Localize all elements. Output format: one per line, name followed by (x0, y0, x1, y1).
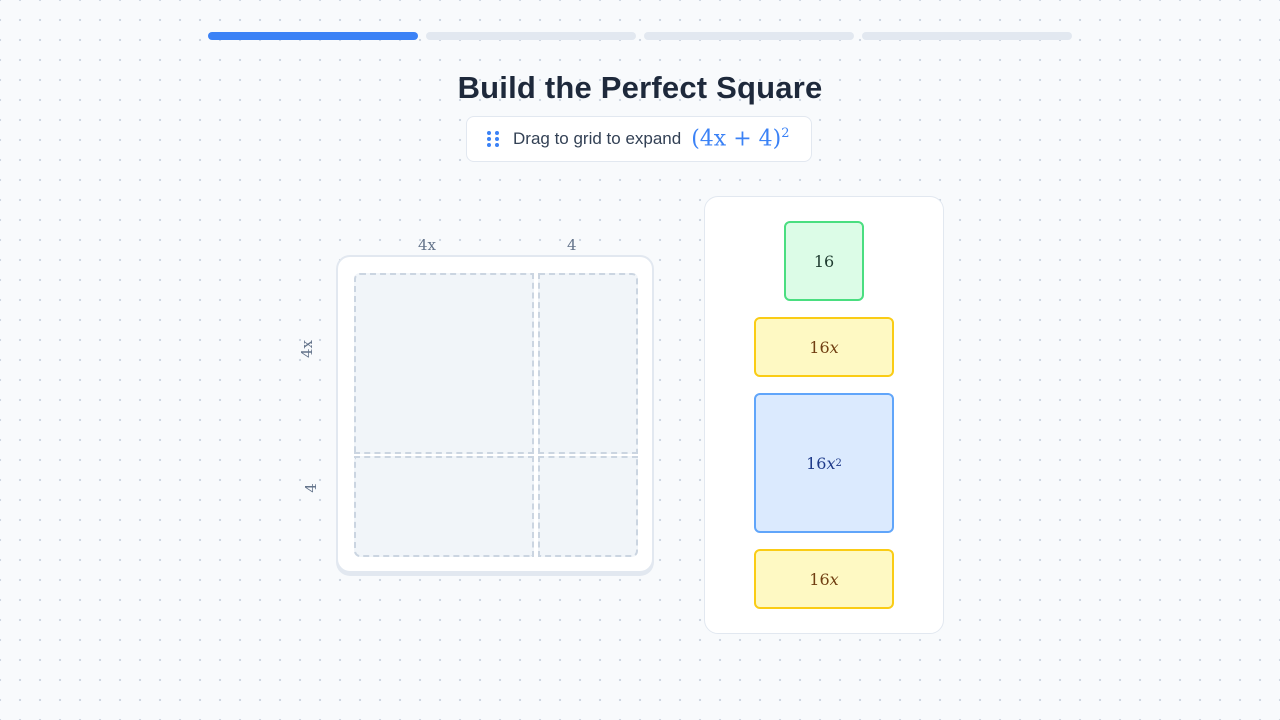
drop-zone-4x-by-4-top[interactable] (538, 273, 638, 454)
tile-variable: x (829, 337, 839, 357)
progress-step-3 (644, 32, 854, 40)
side-label-4x: 4x (298, 339, 317, 359)
instruction-banner: Drag to grid to expand (4x + 4)2 (466, 116, 812, 162)
tile-square-16x2[interactable]: 16 x 2 (754, 393, 894, 533)
tile-exponent: 2 (835, 457, 842, 469)
drop-zone-4-by-4x-bottom[interactable] (354, 456, 534, 557)
target-expression: (4x + 4)2 (691, 126, 789, 151)
tile-variable: x (826, 453, 836, 473)
tile-linear-16x[interactable]: 16 x (754, 317, 894, 377)
tile-coefficient: 16 (813, 251, 835, 271)
expression-base: (4x + 4) (691, 126, 782, 152)
progress-bar (208, 32, 1072, 40)
tile-coefficient: 16 (806, 453, 827, 473)
tile-tray: 16 16 x 16 x 2 16 x (704, 196, 944, 634)
page-title: Build the Perfect Square (457, 70, 823, 105)
instruction-text: Drag to grid to expand (513, 129, 682, 148)
top-label-4x: 4x (418, 236, 437, 254)
area-model-grid (336, 255, 654, 573)
progress-step-1 (208, 32, 418, 40)
tile-constant-16[interactable]: 16 (784, 221, 864, 301)
progress-step-2 (426, 32, 636, 40)
drag-handle-icon (487, 131, 499, 147)
expression-exponent: 2 (781, 126, 790, 142)
tile-coefficient: 16 (809, 569, 830, 589)
progress-step-4 (862, 32, 1072, 40)
tile-variable: x (829, 569, 839, 589)
drop-zone-4-by-4[interactable] (538, 456, 638, 557)
tile-coefficient: 16 (809, 337, 830, 357)
top-label-4: 4 (567, 236, 577, 254)
drop-zone-4x-by-4x[interactable] (354, 273, 534, 454)
tile-linear-16x[interactable]: 16 x (754, 549, 894, 609)
side-label-4: 4 (301, 483, 320, 493)
